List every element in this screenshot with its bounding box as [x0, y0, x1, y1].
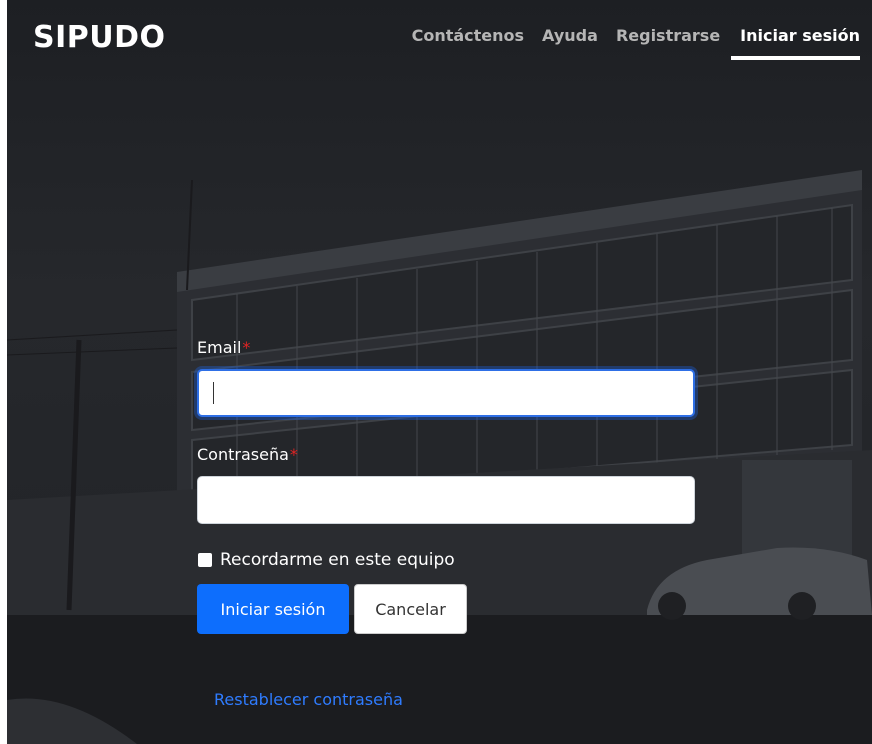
login-button[interactable]: Iniciar sesión — [197, 584, 349, 634]
form-buttons: Iniciar sesión Cancelar — [197, 584, 695, 634]
brand-logo[interactable]: SIPUDO — [33, 20, 166, 55]
nav-contact[interactable]: Contáctenos — [403, 26, 533, 60]
cancel-button[interactable]: Cancelar — [354, 584, 467, 634]
login-page: SIPUDO Contáctenos Ayuda Registrarse Ini… — [0, 0, 872, 744]
required-mark: * — [289, 445, 298, 464]
checkbox-unchecked-icon[interactable] — [198, 553, 212, 567]
nav-register[interactable]: Registrarse — [607, 26, 729, 60]
email-field[interactable] — [197, 369, 695, 417]
remember-label[interactable]: Recordarme en este equipo — [220, 550, 455, 570]
login-form: Email* Contraseña* Recordarme en este eq… — [197, 338, 695, 634]
password-label-text: Contraseña — [197, 445, 289, 464]
password-field[interactable] — [197, 476, 695, 524]
nav-login[interactable]: Iniciar sesión — [731, 26, 860, 60]
email-label: Email* — [197, 338, 695, 357]
remember-row: Recordarme en este equipo — [197, 550, 695, 570]
reset-password-link[interactable]: Restablecer contraseña — [214, 690, 403, 709]
password-label: Contraseña* — [197, 445, 695, 464]
text-caret — [213, 382, 214, 404]
top-nav: Contáctenos Ayuda Registrarse Iniciar se… — [403, 26, 860, 60]
email-label-text: Email — [197, 338, 242, 357]
window-edge — [0, 0, 7, 744]
required-mark: * — [242, 338, 251, 357]
nav-help[interactable]: Ayuda — [533, 26, 607, 60]
email-field-wrapper — [197, 369, 695, 417]
